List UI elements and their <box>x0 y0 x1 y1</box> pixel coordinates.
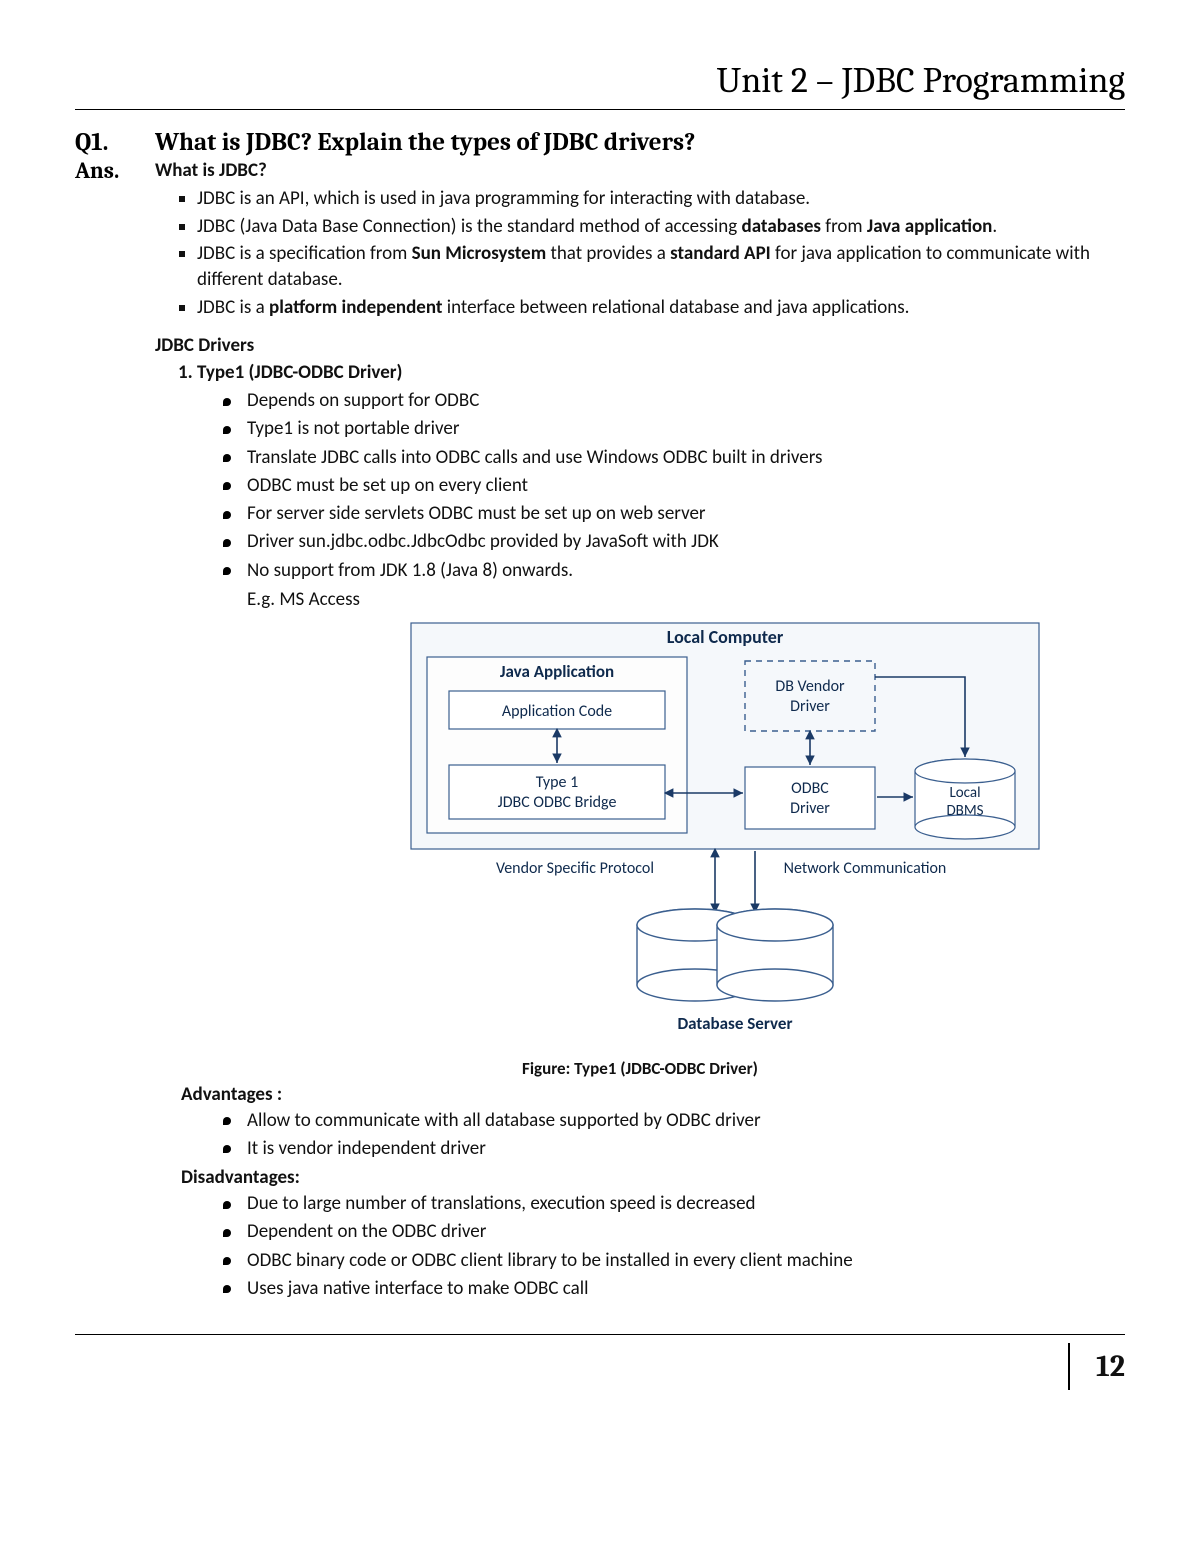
answer-label: Ans. <box>75 157 155 184</box>
diagram-label-dbserver: Database Server <box>677 1013 792 1034</box>
document-page: Unit 2 – JDBC Programming Q1. What is JD… <box>0 0 1200 1420</box>
page-footer: 12 <box>75 1343 1125 1390</box>
driver-type1-heading: Type1 (JDBC-ODBC Driver) <box>197 361 1125 384</box>
example-text: E.g. MS Access <box>247 588 1125 611</box>
list-item: Due to large number of translations, exe… <box>223 1191 1125 1217</box>
question-row: Q1. What is JDBC? Explain the types of J… <box>75 128 1125 157</box>
section-heading-what-is-jdbc: What is JDBC? <box>155 159 1125 182</box>
answer-row: Ans. What is JDBC? JDBC is an API, which… <box>75 157 1125 1306</box>
list-item: For server side servlets ODBC must be se… <box>223 501 1125 527</box>
diagram-type1: Local Computer Java Application Applicat… <box>405 617 1045 1052</box>
diagram-label-app-code: Application Code <box>502 702 612 721</box>
diagram-label-net: Network Communication <box>784 859 947 878</box>
list-item: Uses java native interface to make ODBC … <box>223 1276 1125 1302</box>
diagram-label-dbvendor2: Driver <box>790 697 830 716</box>
diagram-label-odbc1: ODBC <box>791 779 829 798</box>
diagram-label-local-computer: Local Computer <box>667 626 784 648</box>
unit-title: Unit 2 – JDBC Programming <box>75 60 1125 101</box>
what-is-jdbc-list: JDBC is an API, which is used in java pr… <box>155 186 1125 320</box>
disadvantages-list: Due to large number of translations, exe… <box>155 1191 1125 1302</box>
diagram-label-odbc2: Driver <box>790 799 830 818</box>
list-item: Dependent on the ODBC driver <box>223 1219 1125 1245</box>
list-item: Type1 is not portable driver <box>223 416 1125 442</box>
diagram-label-local1: Local <box>949 784 980 802</box>
figure-caption: Figure: Type1 (JDBC-ODBC Driver) <box>155 1058 1125 1079</box>
diagram-label-bridge1: Type 1 <box>536 773 578 792</box>
page-number: 12 <box>1068 1343 1125 1390</box>
diagram-label-vsp: Vendor Specific Protocol <box>496 859 654 878</box>
list-item: Allow to communicate with all database s… <box>223 1108 1125 1134</box>
question-label: Q1. <box>75 128 155 157</box>
list-item: JDBC is an API, which is used in java pr… <box>197 186 1125 212</box>
list-item: JDBC is a platform independent interface… <box>197 295 1125 321</box>
diagram-db-server-icon <box>637 909 833 1001</box>
divider-top <box>75 109 1125 110</box>
list-item: JDBC is a specification from Sun Microsy… <box>197 241 1125 292</box>
list-item: ODBC binary code or ODBC client library … <box>223 1248 1125 1274</box>
list-item: Translate JDBC calls into ODBC calls and… <box>223 445 1125 471</box>
list-item: It is vendor independent driver <box>223 1136 1125 1162</box>
divider-bottom <box>75 1334 1125 1335</box>
list-item: JDBC (Java Data Base Connection) is the … <box>197 214 1125 240</box>
section-heading-jdbc-drivers: JDBC Drivers <box>155 334 1125 357</box>
list-item: ODBC must be set up on every client <box>223 473 1125 499</box>
list-item: Depends on support for ODBC <box>223 388 1125 414</box>
diagram-label-bridge2: JDBC ODBC Bridge <box>498 793 617 812</box>
diagram-label-dbvendor1: DB Vendor <box>775 677 845 696</box>
list-item: No support from JDK 1.8 (Java 8) onwards… <box>223 558 1125 584</box>
advantages-heading: Advantages : <box>181 1083 1125 1106</box>
disadvantages-heading: Disadvantages: <box>181 1166 1125 1189</box>
list-item: Driver sun.jdbc.odbc.JdbcOdbc provided b… <box>223 529 1125 555</box>
question-text: What is JDBC? Explain the types of JDBC … <box>155 128 1125 157</box>
diagram-label-java-app: Java Application <box>500 661 614 682</box>
advantages-list: Allow to communicate with all database s… <box>155 1108 1125 1162</box>
diagram-label-local2: DBMS <box>946 802 983 820</box>
driver-type-list: Type1 (JDBC-ODBC Driver) <box>155 361 1125 384</box>
type1-points-list: Depends on support for ODBC Type1 is not… <box>155 388 1125 584</box>
